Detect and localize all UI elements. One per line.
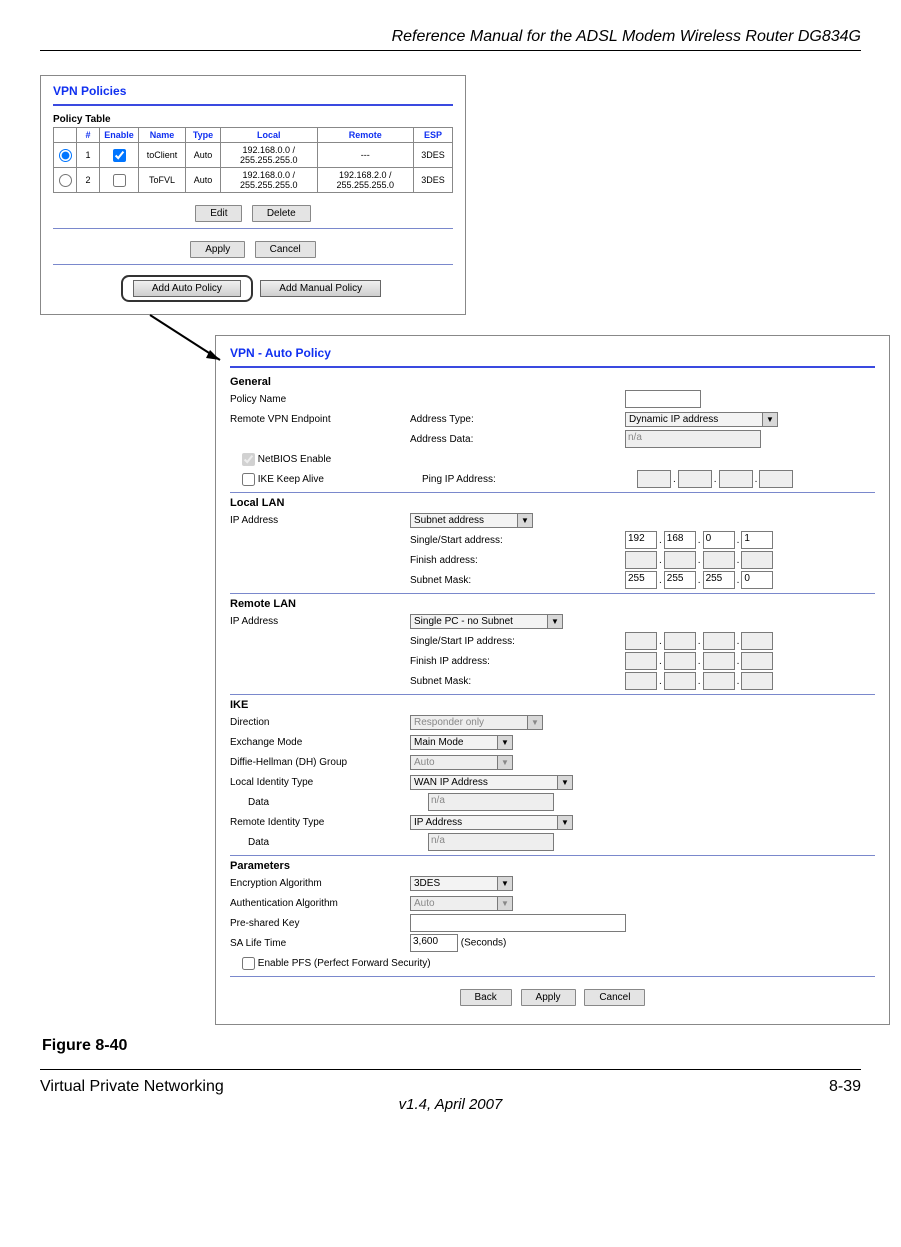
apply-button[interactable]: Apply xyxy=(521,989,576,1006)
apply-button[interactable]: Apply xyxy=(190,241,245,258)
cancel-button[interactable]: Cancel xyxy=(255,241,316,258)
arrow-icon xyxy=(140,310,240,380)
enc-select[interactable]: 3DES▼ xyxy=(410,876,513,891)
cancel-button[interactable]: Cancel xyxy=(584,989,645,1006)
table-header: # Enable Name Type Local Remote ESP xyxy=(54,128,453,143)
chevron-down-icon: ▼ xyxy=(497,756,512,769)
remote-lan-heading: Remote LAN xyxy=(230,598,875,610)
salife-label: SA Life Time xyxy=(230,938,410,949)
remotelan-finish-label: Finish IP address: xyxy=(410,656,625,667)
chevron-down-icon: ▼ xyxy=(497,897,512,910)
dh-select: Auto▼ xyxy=(410,755,513,770)
locallan-finish-label: Finish address: xyxy=(410,555,625,566)
exchange-select[interactable]: Main Mode▼ xyxy=(410,735,513,750)
pfs-label: Enable PFS (Perfect Forward Security) xyxy=(258,958,431,969)
ike-keepalive-checkbox[interactable] xyxy=(242,473,255,486)
netbios-checkbox xyxy=(242,453,255,466)
policy-table-label: Policy Table xyxy=(53,114,453,125)
footer-left: Virtual Private Networking xyxy=(40,1078,224,1096)
pfs-checkbox[interactable] xyxy=(242,957,255,970)
table-row: 2 ToFVL Auto 192.168.0.0 / 255.255.255.0… xyxy=(54,168,453,193)
remotelan-ip-label: IP Address xyxy=(230,616,410,627)
row2-enable[interactable] xyxy=(113,174,126,187)
add-manual-policy-button[interactable]: Add Manual Policy xyxy=(260,280,381,297)
chevron-down-icon: ▼ xyxy=(497,877,512,890)
locallan-ip-label: IP Address xyxy=(230,515,410,526)
localid-label: Local Identity Type xyxy=(230,777,410,788)
chevron-down-icon: ▼ xyxy=(497,736,512,749)
page-footer: Virtual Private Networking 8-39 v1.4, Ap… xyxy=(40,1069,861,1113)
vpn-policies-panel: VPN Policies Policy Table # Enable Name … xyxy=(40,75,466,315)
localid-data-label: Data xyxy=(230,797,428,808)
panel1-title: VPN Policies xyxy=(53,84,453,98)
chevron-down-icon: ▼ xyxy=(517,514,532,527)
ping-ip-label: Ping IP Address: xyxy=(422,474,637,485)
psk-label: Pre-shared Key xyxy=(230,918,410,929)
psk-input[interactable] xyxy=(410,914,626,932)
remotelan-mask-label: Subnet Mask: xyxy=(410,676,625,687)
policy-name-input[interactable] xyxy=(625,390,701,408)
vpn-auto-policy-panel: VPN - Auto Policy General Policy Name Re… xyxy=(215,335,890,1025)
remotelan-ip-select[interactable]: Single PC - no Subnet▼ xyxy=(410,614,563,629)
locallan-ip-select[interactable]: Subnet address▼ xyxy=(410,513,533,528)
doc-title: Reference Manual for the ADSL Modem Wire… xyxy=(40,28,861,46)
table-row: 1 toClient Auto 192.168.0.0 / 255.255.25… xyxy=(54,143,453,168)
back-button[interactable]: Back xyxy=(460,989,512,1006)
remoteid-select[interactable]: IP Address▼ xyxy=(410,815,573,830)
exchange-label: Exchange Mode xyxy=(230,737,410,748)
footer-center: v1.4, April 2007 xyxy=(40,1096,861,1113)
remotelan-single-label: Single/Start IP address: xyxy=(410,636,625,647)
direction-select: Responder only▼ xyxy=(410,715,543,730)
general-heading: General xyxy=(230,376,875,388)
chevron-down-icon: ▼ xyxy=(527,716,542,729)
direction-label: Direction xyxy=(230,717,410,728)
figure-caption: Figure 8-40 xyxy=(42,1037,861,1055)
remote-endpoint-label: Remote VPN Endpoint xyxy=(230,414,410,425)
locallan-mask-octet[interactable]: 255 xyxy=(625,571,657,589)
remoteid-data-label: Data xyxy=(230,837,428,848)
remoteid-data-input: n/a xyxy=(428,833,554,851)
panel2-title: VPN - Auto Policy xyxy=(230,346,875,360)
footer-right: 8-39 xyxy=(829,1078,861,1096)
row1-enable[interactable] xyxy=(113,149,126,162)
addr-data-label: Address Data: xyxy=(410,434,625,445)
parameters-heading: Parameters xyxy=(230,860,875,872)
edit-button[interactable]: Edit xyxy=(195,205,242,222)
addr-type-label: Address Type: xyxy=(410,414,625,425)
locallan-single-octet[interactable]: 192 xyxy=(625,531,657,549)
auth-select: Auto▼ xyxy=(410,896,513,911)
row2-radio[interactable] xyxy=(59,174,72,187)
enc-label: Encryption Algorithm xyxy=(230,878,410,889)
dh-label: Diffie-Hellman (DH) Group xyxy=(230,757,410,768)
chevron-down-icon: ▼ xyxy=(557,776,572,789)
divider xyxy=(40,50,861,51)
chevron-down-icon: ▼ xyxy=(547,615,562,628)
salife-unit: (Seconds) xyxy=(461,938,507,949)
auth-label: Authentication Algorithm xyxy=(230,898,410,909)
ping-ip-octet xyxy=(637,470,671,488)
row1-radio[interactable] xyxy=(59,149,72,162)
salife-input[interactable]: 3,600 xyxy=(410,934,458,952)
locallan-mask-label: Subnet Mask: xyxy=(410,575,625,586)
policy-name-label: Policy Name xyxy=(230,394,410,405)
chevron-down-icon: ▼ xyxy=(762,413,777,426)
remoteid-label: Remote Identity Type xyxy=(230,817,410,828)
chevron-down-icon: ▼ xyxy=(557,816,572,829)
localid-select[interactable]: WAN IP Address▼ xyxy=(410,775,573,790)
addr-type-select[interactable]: Dynamic IP address▼ xyxy=(625,412,778,427)
locallan-single-label: Single/Start address: xyxy=(410,535,625,546)
policy-table: # Enable Name Type Local Remote ESP 1 to… xyxy=(53,127,453,193)
delete-button[interactable]: Delete xyxy=(252,205,311,222)
add-auto-highlight: Add Auto Policy xyxy=(121,275,253,302)
ike-heading: IKE xyxy=(230,699,875,711)
local-lan-heading: Local LAN xyxy=(230,497,875,509)
add-auto-policy-button[interactable]: Add Auto Policy xyxy=(133,280,241,297)
localid-data-input: n/a xyxy=(428,793,554,811)
addr-data-input: n/a xyxy=(625,430,761,448)
